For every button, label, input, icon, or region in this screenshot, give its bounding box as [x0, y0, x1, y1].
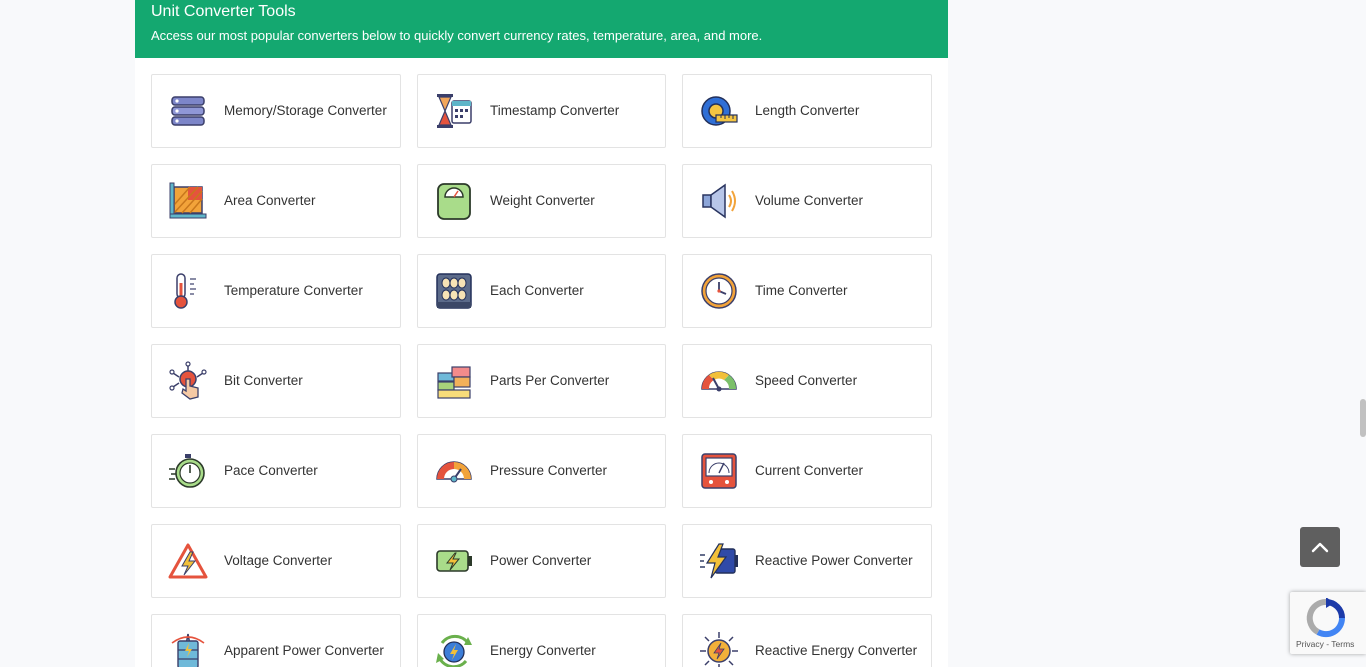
battery-charging-icon	[434, 541, 474, 581]
building-blocks-icon	[434, 361, 474, 401]
tool-card-volume-converter[interactable]: Volume Converter	[682, 164, 932, 238]
tool-card-label: Speed Converter	[755, 373, 858, 388]
tool-card-label: Volume Converter	[755, 193, 864, 208]
tool-card-apparent-power-converter[interactable]: Apparent Power Converter	[151, 614, 401, 667]
lightning-battery-icon	[699, 541, 739, 581]
tool-card-label: Voltage Converter	[224, 553, 333, 568]
tool-card-reactive-energy-converter[interactable]: Reactive Energy Converter	[682, 614, 932, 667]
high-voltage-warning-icon	[168, 541, 208, 581]
tool-card-label: Pace Converter	[224, 463, 318, 478]
weighing-scale-icon	[434, 181, 474, 221]
tool-card-label: Bit Converter	[224, 373, 303, 388]
recaptcha-terms-link[interactable]: Terms	[1331, 639, 1354, 649]
power-tower-icon	[168, 631, 208, 667]
converter-grid: Memory/Storage Converter Timestamp Conver…	[151, 74, 932, 667]
pressure-gauge-icon	[434, 451, 474, 491]
tool-card-label: Reactive Energy Converter	[755, 643, 918, 658]
tool-card-bit-converter[interactable]: Bit Converter	[151, 344, 401, 418]
panel-title: Unit Converter Tools	[151, 3, 296, 20]
tool-card-label: Current Converter	[755, 463, 864, 478]
tool-card-timestamp-converter[interactable]: Timestamp Converter	[417, 74, 666, 148]
tool-card-time-converter[interactable]: Time Converter	[682, 254, 932, 328]
tool-card-label: Parts Per Converter	[490, 373, 610, 388]
scroll-to-top-button[interactable]	[1300, 527, 1340, 567]
tool-card-label: Timestamp Converter	[490, 103, 620, 118]
energy-burst-icon	[699, 631, 739, 667]
tool-card-label: Memory/Storage Converter	[224, 103, 387, 118]
tool-card-label: Apparent Power Converter	[224, 643, 384, 658]
recaptcha-logo-icon	[1306, 598, 1346, 638]
tool-card-voltage-converter[interactable]: Voltage Converter	[151, 524, 401, 598]
tool-card-each-converter[interactable]: Each Converter	[417, 254, 666, 328]
tool-card-pace-converter[interactable]: Pace Converter	[151, 434, 401, 508]
stopwatch-icon	[168, 451, 208, 491]
tool-card-label: Length Converter	[755, 103, 860, 118]
tape-measure-icon	[699, 91, 739, 131]
speedometer-icon	[699, 361, 739, 401]
touch-circuit-icon	[168, 361, 208, 401]
tool-card-label: Time Converter	[755, 283, 848, 298]
panel-subtitle: Access our most popular converters below…	[151, 28, 763, 43]
tool-card-area-converter[interactable]: Area Converter	[151, 164, 401, 238]
tool-card-length-converter[interactable]: Length Converter	[682, 74, 932, 148]
egg-tray-icon	[434, 271, 474, 311]
recaptcha-privacy-link[interactable]: Privacy	[1296, 639, 1324, 649]
chevron-up-icon	[1311, 542, 1329, 553]
tool-card-label: Power Converter	[490, 553, 592, 568]
tool-card-weight-converter[interactable]: Weight Converter	[417, 164, 666, 238]
recaptcha-badge[interactable]: Privacy - Terms	[1290, 592, 1366, 654]
panel-header: Unit Converter Tools Access our most pop…	[135, 0, 948, 58]
renewable-energy-icon	[434, 631, 474, 667]
tool-card-label: Area Converter	[224, 193, 316, 208]
ammeter-icon	[699, 451, 739, 491]
area-square-ruler-icon	[168, 181, 208, 221]
hourglass-calendar-icon	[434, 91, 474, 131]
tool-card-memory-storage-converter[interactable]: Memory/Storage Converter	[151, 74, 401, 148]
tool-card-label: Weight Converter	[490, 193, 595, 208]
recaptcha-links: Privacy - Terms	[1296, 639, 1354, 649]
clock-icon	[699, 271, 739, 311]
tool-card-energy-converter[interactable]: Energy Converter	[417, 614, 666, 667]
tool-card-label: Temperature Converter	[224, 283, 363, 298]
speaker-volume-icon	[699, 181, 739, 221]
thermometer-icon	[168, 271, 208, 311]
tool-card-temperature-converter[interactable]: Temperature Converter	[151, 254, 401, 328]
tool-card-label: Energy Converter	[490, 643, 596, 658]
tool-card-pressure-converter[interactable]: Pressure Converter	[417, 434, 666, 508]
tool-card-parts-per-converter[interactable]: Parts Per Converter	[417, 344, 666, 418]
tool-card-label: Reactive Power Converter	[755, 553, 913, 568]
converter-panel: Unit Converter Tools Access our most pop…	[135, 0, 948, 667]
tool-card-speed-converter[interactable]: Speed Converter	[682, 344, 932, 418]
page-scrollbar-thumb[interactable]	[1360, 399, 1366, 437]
tool-card-current-converter[interactable]: Current Converter	[682, 434, 932, 508]
server-stack-icon	[168, 91, 208, 131]
tool-card-reactive-power-converter[interactable]: Reactive Power Converter	[682, 524, 932, 598]
tool-card-power-converter[interactable]: Power Converter	[417, 524, 666, 598]
tool-card-label: Pressure Converter	[490, 463, 608, 478]
tool-card-label: Each Converter	[490, 283, 584, 298]
